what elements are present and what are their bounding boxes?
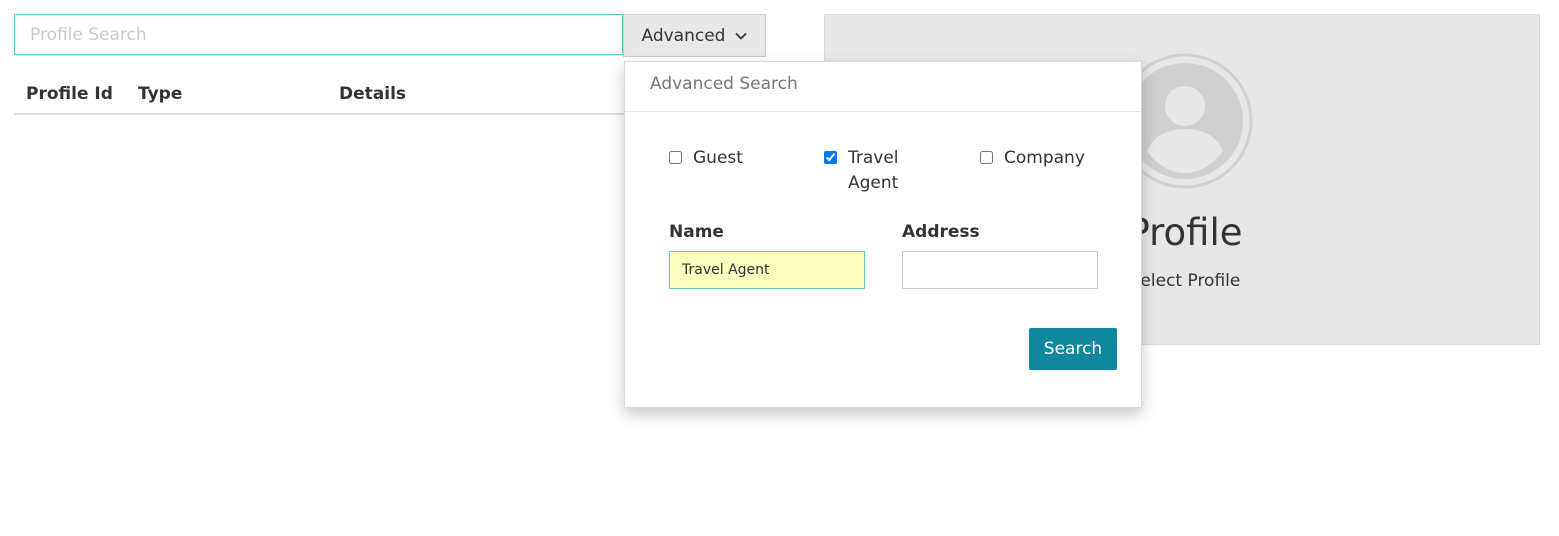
chevron-down-icon: [735, 32, 748, 40]
company-checkbox[interactable]: [980, 151, 993, 164]
name-input[interactable]: [669, 251, 865, 289]
column-header-profile-id[interactable]: Profile Id: [26, 84, 113, 104]
advanced-search-header: Advanced Search: [625, 62, 1141, 112]
address-field-label: Address: [902, 222, 980, 242]
results-table-header: Profile Id Type Details: [14, 82, 626, 115]
advanced-search-dropdown: Advanced Search Guest Travel Agent Compa…: [624, 61, 1142, 408]
advanced-search-button[interactable]: Advanced: [623, 14, 766, 57]
search-button[interactable]: Search: [1029, 328, 1117, 370]
travel-agent-label: Travel Agent: [848, 148, 899, 193]
column-header-type[interactable]: Type: [138, 84, 182, 104]
guest-checkbox[interactable]: [669, 151, 682, 164]
name-field-label: Name: [669, 222, 724, 242]
type-option-company[interactable]: Company: [980, 146, 1085, 171]
guest-label: Guest: [693, 148, 743, 168]
type-option-guest[interactable]: Guest: [669, 146, 743, 171]
column-header-details[interactable]: Details: [339, 84, 406, 104]
advanced-button-label: Advanced: [641, 25, 726, 46]
address-input[interactable]: [902, 251, 1098, 289]
travel-agent-checkbox[interactable]: [824, 151, 837, 164]
company-label: Company: [1004, 148, 1085, 168]
page: Advanced Profile Id Type Details Profile…: [0, 0, 1559, 536]
type-option-travel-agent[interactable]: Travel Agent: [824, 146, 914, 196]
profile-search-input[interactable]: [14, 14, 623, 55]
